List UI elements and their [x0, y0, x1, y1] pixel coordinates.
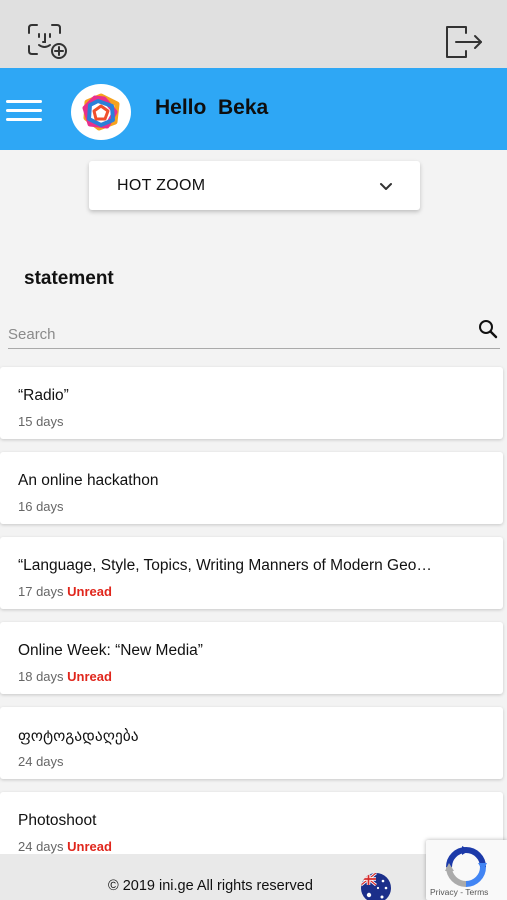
chevron-down-icon [378, 180, 394, 192]
copyright-text: © 2019 ini.ge All rights reserved [108, 878, 313, 894]
item-days: 17 days [18, 584, 64, 599]
unread-badge: Unread [67, 669, 112, 684]
top-bar [0, 0, 507, 68]
item-meta: 15 days [18, 414, 64, 429]
item-days: 16 days [18, 499, 64, 514]
search-icon[interactable] [478, 319, 498, 339]
recaptcha-icon [442, 846, 490, 888]
item-days: 24 days [18, 754, 64, 769]
item-title: Photoshoot [18, 812, 97, 829]
hamburger-icon[interactable] [6, 100, 42, 122]
face-id-add-icon[interactable] [26, 22, 70, 60]
app-header: Hello Beka [0, 68, 507, 150]
greeting-title: Hello Beka [155, 96, 269, 119]
item-title: ფოტოგადაღება [18, 728, 139, 745]
recaptcha-badge[interactable]: Privacy - Terms [426, 840, 507, 900]
recaptcha-links[interactable]: Privacy - Terms [430, 887, 488, 897]
section-title: statement [24, 268, 114, 289]
list-item[interactable]: “Radio” 15 days [0, 367, 503, 439]
logout-icon[interactable] [444, 24, 484, 60]
item-days: 15 days [18, 414, 64, 429]
list-item[interactable]: An online hackathon 16 days [0, 452, 503, 524]
australia-flag-icon[interactable] [361, 873, 391, 900]
course-select-value: HOT ZOOM [117, 177, 206, 194]
item-title: An online hackathon [18, 472, 159, 489]
item-title: “Language, Style, Topics, Writing Manner… [18, 557, 432, 574]
statement-list: “Radio” 15 days An online hackathon 16 d… [0, 367, 503, 877]
item-days: 24 days [18, 839, 64, 854]
item-meta: 17 days Unread [18, 584, 112, 599]
search-input[interactable] [8, 322, 468, 346]
item-meta: 24 days [18, 754, 64, 769]
app-logo [71, 84, 131, 140]
unread-badge: Unread [67, 839, 112, 854]
item-title: Online Week: “New Media” [18, 642, 203, 659]
list-item[interactable]: Online Week: “New Media” 18 days Unread [0, 622, 503, 694]
item-days: 18 days [18, 669, 64, 684]
course-select[interactable]: HOT ZOOM [89, 161, 420, 210]
list-item[interactable]: “Language, Style, Topics, Writing Manner… [0, 537, 503, 609]
item-meta: 16 days [18, 499, 64, 514]
item-title: “Radio” [18, 387, 69, 404]
unread-badge: Unread [67, 584, 112, 599]
search-bar [8, 318, 500, 349]
list-item[interactable]: ფოტოგადაღება 24 days [0, 707, 503, 779]
item-meta: 18 days Unread [18, 669, 112, 684]
item-meta: 24 days Unread [18, 839, 112, 854]
